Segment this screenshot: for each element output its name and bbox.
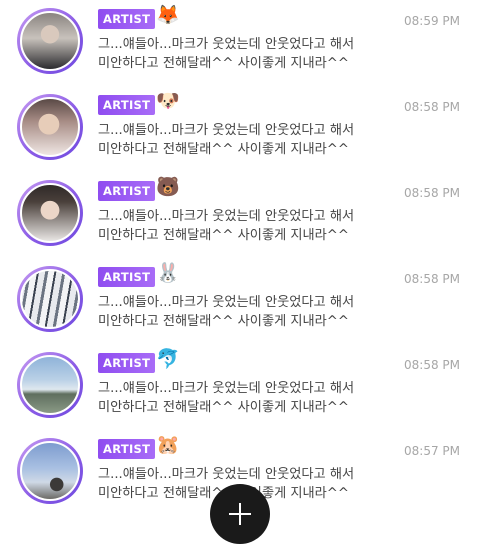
avatar-photo [20, 355, 80, 415]
avatar[interactable] [17, 438, 83, 504]
artist-badge: ARTIST [98, 181, 156, 201]
avatar[interactable] [17, 94, 83, 160]
plus-icon [239, 503, 241, 525]
avatar-photo [20, 183, 80, 243]
message-line-1: 그...얘들아...마크가 웃었는데 안웃었다고 해서 [98, 123, 355, 138]
avatar[interactable] [17, 352, 83, 418]
message-item[interactable]: ARTIST 🐻 08:58 PM 그...얘들아...마크가 웃었는데 안웃었… [0, 172, 480, 258]
message-line-1: 그...얘들아...마크가 웃었는데 안웃었다고 해서 [98, 295, 355, 310]
message-line-2: 미안하다고 전해달래^^ 사이좋게 지내라^^ [98, 142, 349, 157]
avatar[interactable] [17, 8, 83, 74]
dog-icon: 🐶 [156, 90, 180, 112]
avatar[interactable] [17, 180, 83, 246]
bear-icon: 🐻 [156, 176, 180, 198]
message-item[interactable]: ARTIST 🐶 08:58 PM 그...얘들아...마크가 웃었는데 안웃었… [0, 86, 480, 172]
rabbit-icon: 🐰 [156, 262, 180, 284]
timestamp: 08:58 PM [404, 272, 460, 286]
timestamp: 08:58 PM [404, 100, 460, 114]
compose-button[interactable] [210, 484, 270, 544]
avatar-photo [20, 441, 80, 501]
message-item[interactable]: ARTIST 🐰 08:58 PM 그...얘들아...마크가 웃었는데 안웃었… [0, 258, 480, 344]
message-text: 그...얘들아...마크가 웃었는데 안웃었다고 해서 미안하다고 전해달래^^… [98, 121, 388, 159]
message-line-1: 그...얘들아...마크가 웃었는데 안웃었다고 해서 [98, 381, 355, 396]
avatar-photo [20, 11, 80, 71]
dolphin-icon: 🐬 [156, 348, 180, 370]
message-line-2: 미안하다고 전해달래^^ 사이좋게 지내라^^ [98, 400, 349, 415]
timestamp: 08:57 PM [404, 444, 460, 458]
timestamp: 08:59 PM [404, 14, 460, 28]
avatar-photo [20, 97, 80, 157]
message-line-2: 미안하다고 전해달래^^ 사이좋게 지내라^^ [98, 228, 349, 243]
artist-badge: ARTIST [98, 353, 156, 373]
message-line-2: 미안하다고 전해달래^^ 사이좋게 지내라^^ [98, 56, 349, 71]
message-text: 그...얘들아...마크가 웃었는데 안웃었다고 해서 미안하다고 전해달래^^… [98, 35, 388, 73]
message-line-1: 그...얘들아...마크가 웃었는데 안웃었다고 해서 [98, 37, 355, 52]
fox-icon: 🦊 [156, 4, 180, 26]
hamster-icon: 🐹 [156, 434, 180, 456]
message-item[interactable]: ARTIST 🐬 08:58 PM 그...얘들아...마크가 웃었는데 안웃었… [0, 344, 480, 430]
timestamp: 08:58 PM [404, 186, 460, 200]
artist-badge: ARTIST [98, 9, 156, 29]
avatar-photo [20, 269, 80, 329]
message-text: 그...얘들아...마크가 웃었는데 안웃었다고 해서 미안하다고 전해달래^^… [98, 379, 388, 417]
timestamp: 08:58 PM [404, 358, 460, 372]
artist-badge: ARTIST [98, 439, 156, 459]
artist-badge: ARTIST [98, 95, 156, 115]
message-text: 그...얘들아...마크가 웃었는데 안웃었다고 해서 미안하다고 전해달래^^… [98, 293, 388, 331]
message-line-1: 그...얘들아...마크가 웃었는데 안웃었다고 해서 [98, 467, 355, 482]
avatar[interactable] [17, 266, 83, 332]
artist-badge: ARTIST [98, 267, 156, 287]
message-text: 그...얘들아...마크가 웃었는데 안웃었다고 해서 미안하다고 전해달래^^… [98, 207, 388, 245]
message-item[interactable]: ARTIST 🦊 08:59 PM 그...얘들아...마크가 웃었는데 안웃었… [0, 0, 480, 86]
message-line-2: 미안하다고 전해달래^^ 사이좋게 지내라^^ [98, 314, 349, 329]
message-line-1: 그...얘들아...마크가 웃었는데 안웃었다고 해서 [98, 209, 355, 224]
